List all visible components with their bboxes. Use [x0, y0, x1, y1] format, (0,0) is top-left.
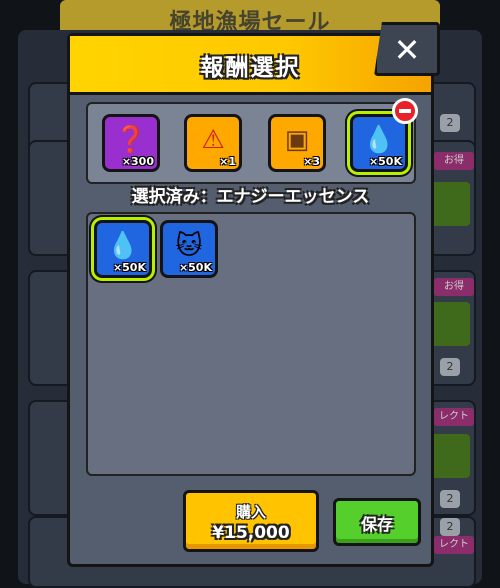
background-number: 2 [440, 358, 460, 376]
buy-price: ¥15,000 [212, 523, 290, 543]
reward-slot-chest[interactable]: ▣ ×3 [268, 114, 326, 172]
background-green-block [430, 182, 470, 226]
remove-icon[interactable] [392, 98, 418, 124]
cat-face-icon: 🐱 [175, 231, 203, 261]
reward-select-modal: 報酬選択 ❓ ×300 ⚠ ×1 ▣ ×3 💧 ×50K 選択済み：エナジーエッ… [67, 33, 434, 567]
save-label: 保存 [360, 515, 393, 534]
reward-slot-row: ❓ ×300 ⚠ ×1 ▣ ×3 💧 ×50K [86, 98, 418, 184]
mystery-fish-icon: ❓ [114, 125, 148, 155]
background-badge: レクト [434, 408, 474, 426]
save-button[interactable]: 保存 [333, 498, 421, 546]
choice-quantity: ×50K [178, 261, 212, 274]
background-green-block [430, 434, 470, 478]
background-green-block [430, 302, 470, 346]
energy-essence-icon: 💧 [362, 125, 396, 155]
reward-slot-mystery[interactable]: ❓ ×300 [102, 114, 160, 172]
buy-label: 購入 [235, 503, 266, 521]
reward-quantity: ×1 [219, 155, 236, 168]
background-badge: お得 [434, 278, 474, 296]
choice-energy-essence[interactable]: 💧 ×50K [94, 220, 152, 278]
reward-quantity: ×300 [121, 155, 154, 168]
choice-cat-face[interactable]: 🐱 ×50K [160, 220, 218, 278]
background-number: 2 [440, 490, 460, 508]
reward-slot-warning[interactable]: ⚠ ×1 [184, 114, 242, 172]
reward-quantity: ×50K [368, 155, 402, 168]
reward-choice-list: 💧 ×50K 🐱 ×50K [86, 212, 416, 476]
warning-triangle-icon: ⚠ [201, 125, 225, 155]
background-number: 2 [440, 518, 460, 536]
choice-quantity: ×50K [112, 261, 146, 274]
close-button[interactable]: ✕ [374, 22, 440, 76]
reward-quantity: ×3 [303, 155, 320, 168]
selected-reward-label: 選択済み：エナジーエッセンス [131, 187, 370, 207]
background-number: 2 [440, 114, 460, 132]
background-badge: レクト [434, 536, 474, 554]
close-icon: ✕ [393, 31, 421, 69]
buy-button[interactable]: 購入 ¥15,000 [183, 490, 319, 552]
background-badge: お得 [434, 152, 474, 170]
treasure-chest-icon: ▣ [284, 125, 310, 155]
energy-essence-icon: 💧 [106, 231, 140, 261]
